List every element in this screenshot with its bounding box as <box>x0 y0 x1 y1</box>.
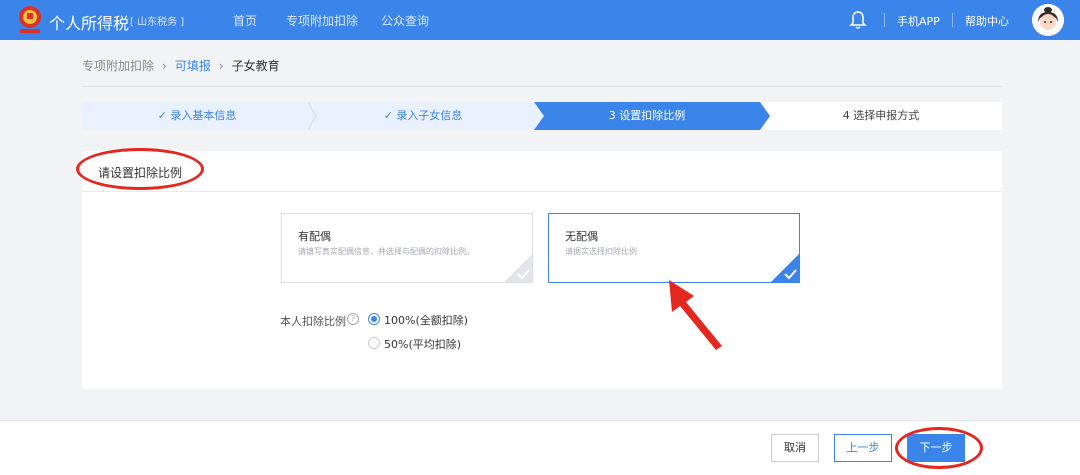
radio-half-deduction[interactable] <box>368 337 380 349</box>
user-avatar-icon <box>1032 4 1064 36</box>
ratio-panel: 请设置扣除比例 有配偶 请填写真实配偶信息，并选择与配偶的扣除比例。 无配偶 请… <box>82 151 1002 389</box>
tax-emblem-icon <box>19 6 41 33</box>
card-without-spouse[interactable]: 无配偶 请据实选择扣除比例 <box>548 213 800 283</box>
header-divider <box>952 13 953 27</box>
ratio-label: 本人扣除比例 <box>280 315 346 328</box>
check-corner-icon <box>771 254 799 282</box>
question-icon[interactable]: ? <box>347 313 359 325</box>
card-title: 有配偶 <box>298 230 331 243</box>
step-set-ratio: 3 设置扣除比例 <box>534 102 760 130</box>
card-desc: 请据实选择扣除比例 <box>565 247 637 256</box>
card-with-spouse[interactable]: 有配偶 请填写真实配偶信息，并选择与配偶的扣除比例。 <box>281 213 533 283</box>
step-basic-info: ✓ 录入基本信息 <box>82 102 312 130</box>
step-choose-method: 4 选择申报方式 <box>760 102 1002 130</box>
nav-special-deduction[interactable]: 专项附加扣除 <box>286 12 358 29</box>
annotation-arrow-icon <box>669 280 722 350</box>
step-child-info: ✓ 录入子女信息 <box>312 102 534 130</box>
header-divider <box>884 13 885 27</box>
bell-icon[interactable] <box>849 10 867 30</box>
breadcrumb: 专项附加扣除 › 可填报 › 子女教育 <box>82 57 280 74</box>
nav-public-query[interactable]: 公众查询 <box>381 12 429 29</box>
step-progress: ✓ 录入基本信息 ✓ 录入子女信息 3 设置扣除比例 4 选择申报方式 <box>82 102 1002 130</box>
cancel-button[interactable]: 取消 <box>771 434 819 462</box>
step-arrow-icon <box>760 102 770 130</box>
nav-home[interactable]: 首页 <box>233 12 257 29</box>
radio-label-half[interactable]: 50%(平均扣除) <box>384 336 461 352</box>
check-corner-icon <box>504 254 532 282</box>
annotation-circle <box>895 427 983 469</box>
app-title: 个人所得税 <box>49 14 130 33</box>
annotation-circle <box>76 148 204 190</box>
chevron-right-icon: › <box>218 59 224 73</box>
radio-label-full[interactable]: 100%(全额扣除) <box>384 312 468 328</box>
breadcrumb-item-child-education: 子女教育 <box>231 59 280 73</box>
mobile-app-link[interactable]: 手机APP <box>897 13 940 29</box>
radio-full-deduction[interactable] <box>368 313 380 325</box>
step-arrow-icon <box>307 102 317 130</box>
card-title: 无配偶 <box>565 230 598 243</box>
card-desc: 请填写真实配偶信息，并选择与配偶的扣除比例。 <box>298 247 474 256</box>
breadcrumb-divider <box>82 86 1002 87</box>
breadcrumb-item-fillable[interactable]: 可填报 <box>175 59 211 73</box>
previous-step-button[interactable]: 上一步 <box>834 434 892 462</box>
top-header: 个人所得税 [ 山东税务 ] 首页 专项附加扣除 公众查询 手机APP 帮助中心 <box>0 0 1080 40</box>
step-arrow-icon <box>534 102 544 130</box>
region-label: [ 山东税务 ] <box>130 17 185 28</box>
avatar[interactable] <box>1032 4 1064 36</box>
help-center-link[interactable]: 帮助中心 <box>965 13 1009 29</box>
panel-divider <box>82 191 1002 192</box>
breadcrumb-item-special-deduction[interactable]: 专项附加扣除 <box>82 59 154 73</box>
chevron-right-icon: › <box>162 59 167 73</box>
